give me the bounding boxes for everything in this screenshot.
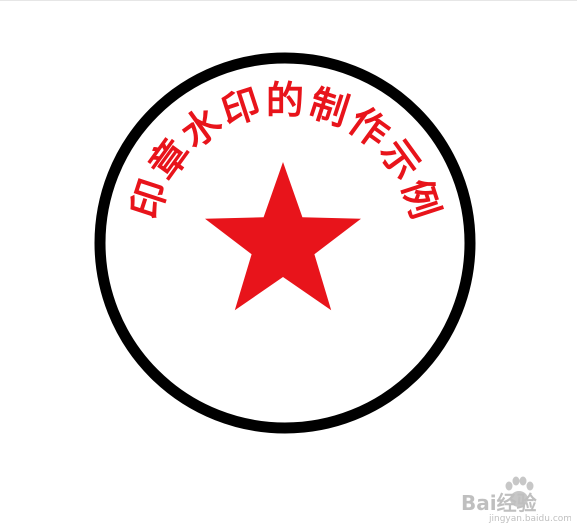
watermark-site: jingyan.baidu.com [488,514,571,523]
arc-char: 的 [266,79,304,123]
stamp-seal: 印章水印的制作示例 [94,52,476,434]
baidu-jingyan-watermark: Bai经验 jingyan.baidu.com [461,476,571,523]
watermark-brand: Bai经验 [461,491,537,515]
